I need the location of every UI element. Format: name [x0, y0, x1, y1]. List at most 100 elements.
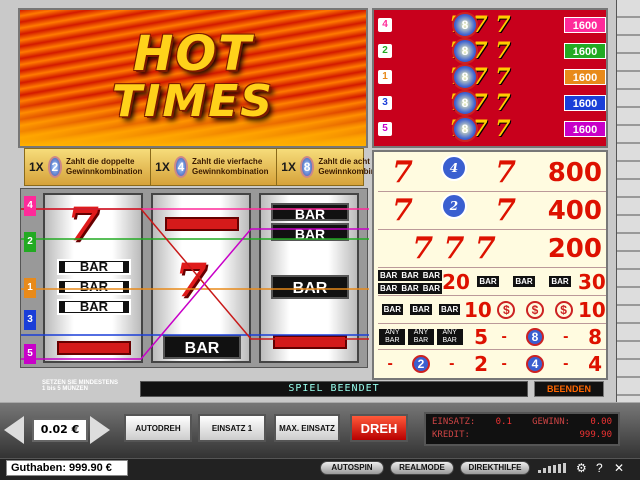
coin-8-icon: 8	[452, 12, 478, 38]
line-marker-5: 5	[24, 344, 36, 364]
slot-machine: HOT TIMES 1X 2 Zahlt die doppelte Gewinn…	[0, 0, 640, 480]
coin-8-icon: 8	[452, 38, 478, 64]
coin-value-display: 0.02 €	[32, 418, 88, 442]
coin-4-icon: - 4 -	[501, 355, 569, 373]
payline-number: 2	[378, 44, 392, 58]
gewinn-label: GEWINN:	[532, 417, 571, 427]
paytable-value-right: 10	[578, 297, 606, 322]
autospin-button[interactable]: AUTOSPIN	[320, 461, 384, 475]
paytable-value: 800	[547, 157, 602, 188]
bet-info-line2: 1 bis 5 MÜNZEN	[42, 386, 89, 392]
paytable-value-right: 8	[588, 324, 602, 349]
payline-amount: 1600	[564, 121, 606, 137]
paytable-value-left: 20	[442, 269, 470, 294]
payline-row-3: 3 7 7 7 1600	[378, 90, 606, 116]
paytable: 7 4 7 800 7 2 7 400 7 7 7 200 BAR BAR BAR…	[372, 150, 608, 380]
reels-area: 7 BAR BAR BAR 7 BAR BAR BAR BAR	[20, 188, 369, 368]
sevens-icon: 7 7 7	[449, 12, 511, 38]
payline-amount: 1600	[564, 69, 606, 85]
payline-amount: 1600	[564, 95, 606, 111]
payline-row-1: 1 7 7 7 1600	[378, 64, 606, 90]
logo-hot: HOT	[133, 26, 253, 82]
seven-4-seven-icon: 7 4 7	[392, 155, 516, 190]
payline-amount: 1600	[564, 17, 606, 33]
multiplier-text: Zahlt die doppelte Gewinnkombination	[65, 157, 143, 176]
realmode-button[interactable]: REALMODE	[390, 461, 454, 475]
max-einsatz-button[interactable]: MAX. EINSATZ	[274, 414, 340, 442]
paytable-row: BAR BAR BAR BAR BAR BAR 20 BAR BAR BAR 30	[378, 268, 606, 296]
close-icon[interactable]: ✕	[614, 461, 624, 475]
line-marker-3: 3	[24, 310, 36, 330]
payline-number: 4	[378, 18, 392, 32]
side-strip	[616, 0, 640, 410]
paytable-value-right: 30	[578, 269, 606, 294]
multiplier-2x: 1X 2 Zahlt die doppelte Gewinnkombinatio…	[25, 149, 152, 185]
einsatz-label: EINSATZ:	[432, 417, 476, 427]
bar-stack-icon: BAR BAR	[399, 269, 421, 294]
kredit-row: KREDIT: 999.90	[432, 429, 612, 442]
einsatz-value: 0.1	[495, 417, 512, 427]
kredit-value: 999.90	[579, 430, 612, 440]
any-bar-icons: ANY BAR ANY BAR ANY BAR	[378, 328, 464, 345]
payline-row-4: 4 7 7 7 1600	[378, 12, 606, 38]
payline-amount: 1600	[564, 43, 606, 59]
coin-2-icon: - 2 -	[387, 355, 455, 373]
multiplier-coin-icon: 2	[47, 156, 62, 178]
multiplier-text: Zahlt die vierfache Gewinnkombination	[192, 157, 269, 176]
multiplier-4x: 1X 4 Zahlt die vierfache Gewinnkombinati…	[151, 149, 278, 185]
paytable-value-right: 4	[588, 352, 602, 376]
coin-increase-arrow-icon[interactable]	[90, 416, 110, 444]
paytable-value-left: 2	[474, 352, 488, 376]
paytable-value: 200	[547, 233, 602, 264]
kredit-label: KREDIT:	[432, 430, 470, 440]
dollar-icons: $ $ $	[492, 300, 578, 319]
sevens-icon: 7 7 7	[449, 38, 511, 64]
paytable-row: 7 4 7 800	[378, 154, 606, 192]
logo-times: TIMES	[112, 76, 274, 127]
bar-stack-icons: BAR BAR BAR	[477, 276, 571, 287]
multiplier-coin-icon: 4	[173, 156, 189, 178]
payline-number: 5	[378, 122, 392, 136]
line-marker-1: 1	[24, 278, 36, 298]
sevens-icon: 7 7 7	[449, 90, 511, 116]
line-marker-2: 2	[24, 232, 36, 252]
direkthilfe-button[interactable]: DIREKTHILFE	[460, 461, 530, 475]
paytable-row: BAR BAR BAR 10 $ $ $ 10	[378, 296, 606, 324]
help-icon[interactable]: ?	[596, 461, 603, 475]
paytable-row: ANY BAR ANY BAR ANY BAR 5 - 8 - 8	[378, 324, 606, 350]
multiplier-times: 1X	[281, 160, 296, 174]
payline-row-2: 2 7 7 7 1600	[378, 38, 606, 64]
autodreh-button[interactable]: AUTODREH	[124, 414, 192, 442]
volume-icon[interactable]	[538, 463, 568, 473]
paytable-row: 7 7 7 200	[378, 230, 606, 268]
beenden-button[interactable]: BEENDEN	[534, 381, 604, 397]
paytable-value-left: 10	[464, 297, 492, 322]
gewinn-value: 0.00	[590, 417, 612, 427]
paytable-row: 7 2 7 400	[378, 192, 606, 230]
coin-8-icon: 8	[452, 90, 478, 116]
bar-stack-icon: BAR BAR	[420, 269, 443, 294]
coin-8-icon: - 8 -	[501, 327, 569, 346]
paytable-row: - 2 - 2 - 4 - 4	[378, 350, 606, 378]
einsatz-row: EINSATZ: 0.1 GEWINN: 0.00	[432, 416, 612, 429]
paytable-value: 400	[547, 195, 602, 226]
sevens-icon: 7 7 7	[449, 64, 511, 90]
payline-prizes-panel: 4 7 7 7 1600 2 7 7 7 1600 1 7 7 7 1600 3…	[372, 8, 608, 148]
seven-2-seven-icon: 7 2 7	[392, 193, 516, 228]
coin-decrease-arrow-icon[interactable]	[4, 416, 24, 444]
guthaben-display: Guthaben: 999.90 €	[6, 460, 128, 476]
paytable-value-left: 5	[474, 324, 488, 349]
multiplier-times: 1X	[29, 160, 44, 174]
einsatz-1-button[interactable]: EINSATZ 1	[198, 414, 266, 442]
payline-number: 3	[378, 96, 392, 110]
bar-icons: BAR BAR BAR	[381, 304, 461, 315]
logo-panel: HOT TIMES	[18, 8, 368, 148]
multiplier-times: 1X	[155, 160, 170, 174]
settings-icon[interactable]: ⚙	[576, 461, 587, 475]
coin-8-icon: 8	[452, 64, 478, 90]
line-marker-4: 4	[24, 196, 36, 216]
multiplier-coin-icon: 8	[299, 156, 315, 178]
sevens-icon: 7 7 7	[449, 116, 511, 142]
dreh-button[interactable]: DREH	[350, 414, 408, 442]
coin-8-icon: 8	[452, 116, 478, 142]
